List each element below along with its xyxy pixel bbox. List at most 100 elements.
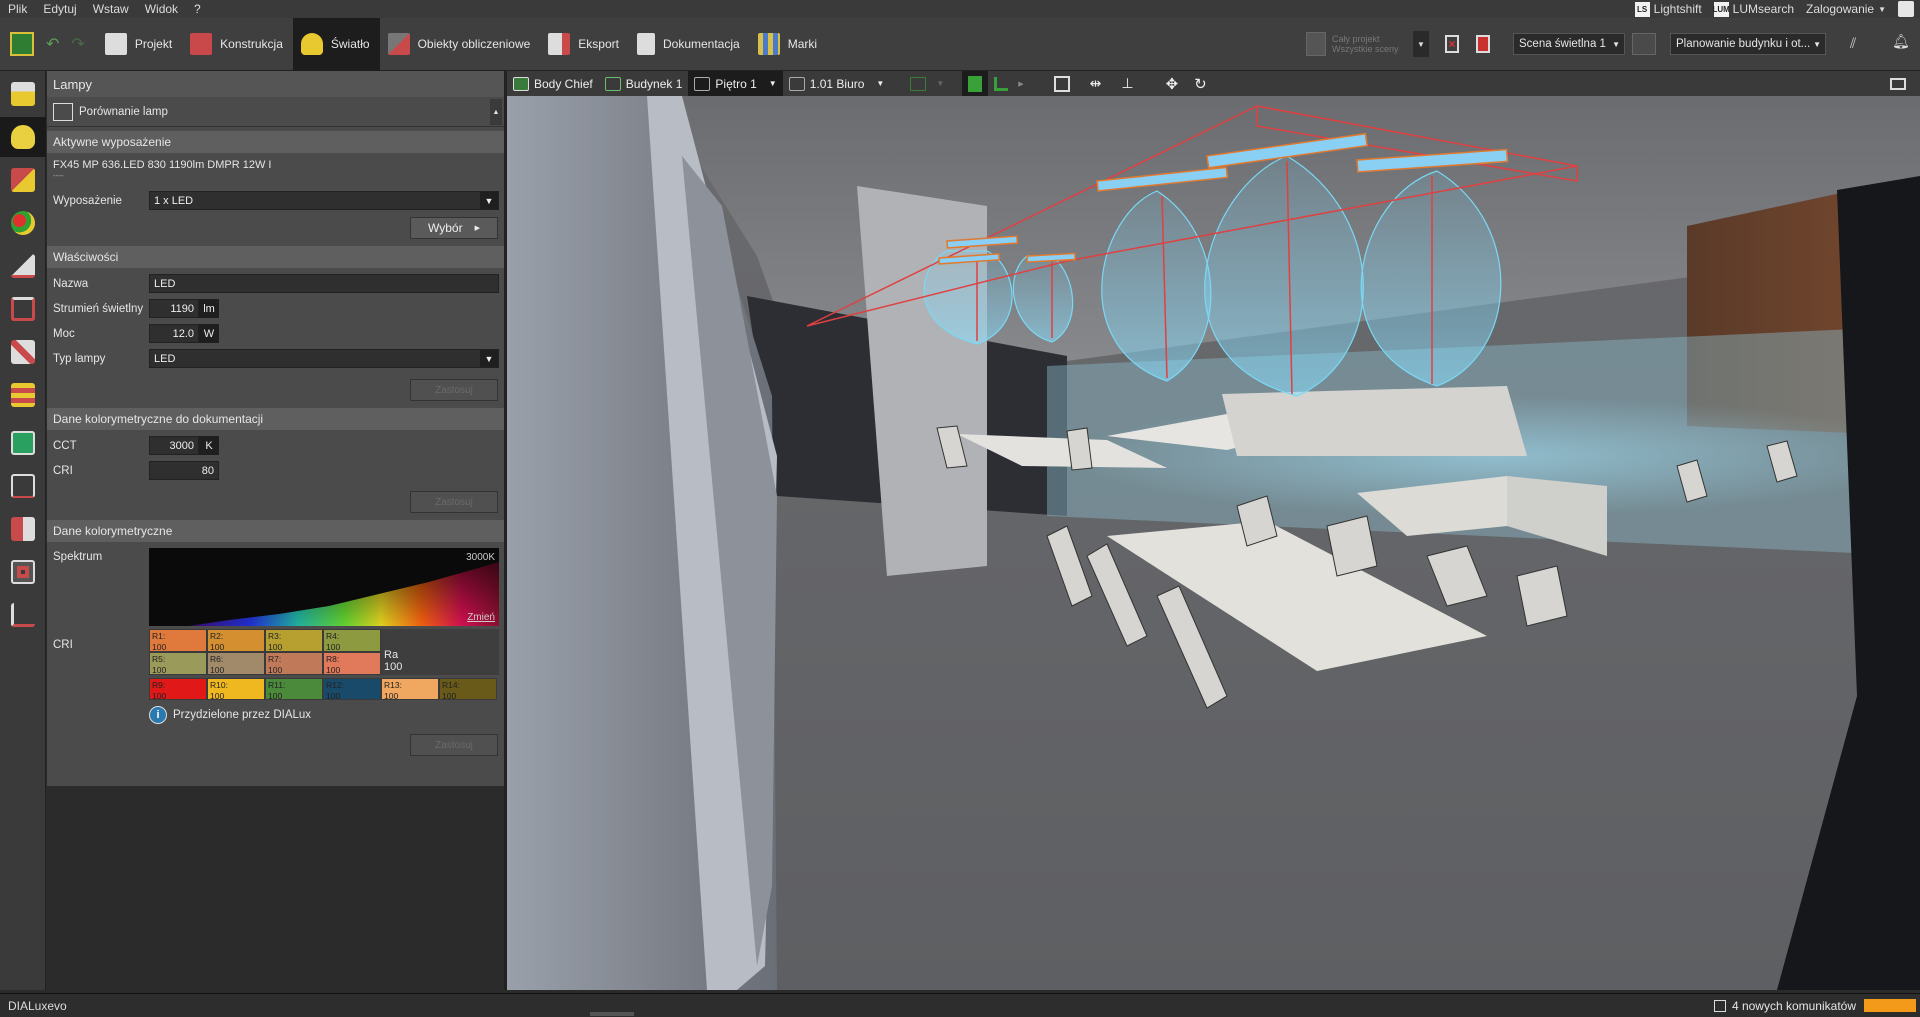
login-button[interactable]: Zalogowanie ▼ xyxy=(1800,0,1892,18)
view-mode-button[interactable]: ▼ xyxy=(904,71,950,96)
tab-eksport[interactable]: Eksport xyxy=(540,18,629,71)
emergency-tool[interactable] xyxy=(0,423,46,463)
lamp-type-select[interactable]: LED ▼ xyxy=(149,349,499,368)
tab-swiatlo[interactable]: Światło xyxy=(292,17,380,71)
select-button[interactable]: Wybór ▶ xyxy=(410,217,498,239)
lightshift-button[interactable]: LS Lightshift xyxy=(1629,0,1708,18)
messages-button[interactable]: 4 nowych komunikatów xyxy=(1713,999,1916,1013)
luminaire-tool[interactable] xyxy=(0,74,46,114)
ruler-icon[interactable]: ⫽ xyxy=(1850,35,1874,53)
breadcrumb-room[interactable]: 1.01 Biuro ▼ xyxy=(783,71,891,96)
spectrum-label: Spektrum xyxy=(53,551,103,563)
curve-tool[interactable] xyxy=(0,466,46,506)
axis-button[interactable]: ⊥ xyxy=(1115,71,1139,96)
rotate-button[interactable]: ↻ xyxy=(1188,71,1213,96)
equipment-select[interactable]: 1 x LED ▼ xyxy=(149,191,499,210)
save-button[interactable] xyxy=(0,18,40,71)
status-scroll-handle[interactable] xyxy=(590,1012,634,1016)
active-equipment-name: FX45 MP 636.LED 830 1190lm DMPR 12W I xyxy=(53,159,272,171)
undo-button[interactable]: ↶ xyxy=(40,18,65,71)
lamp-tool[interactable] xyxy=(0,117,46,157)
brands-icon xyxy=(757,33,780,55)
menu-widok[interactable]: Widok xyxy=(137,2,186,16)
room-icon xyxy=(11,297,35,321)
compare-lamps-label: Porównanie lamp xyxy=(79,105,168,118)
breadcrumb-site[interactable]: Body Chief xyxy=(507,71,599,96)
menu-wstaw[interactable]: Wstaw xyxy=(85,2,137,16)
apply-colordoc-button[interactable]: Zastosuj xyxy=(410,491,498,513)
tab-projekt[interactable]: Projekt xyxy=(97,18,182,71)
bulb-icon xyxy=(11,125,35,149)
scope-icon xyxy=(1306,32,1326,56)
tab-konstrukcja[interactable]: Konstrukcja xyxy=(182,18,293,71)
lumsearch-button[interactable]: LUM LUMsearch xyxy=(1708,0,1800,18)
compare-lamps-row[interactable]: Porównanie lamp ▲ xyxy=(47,97,504,127)
cri-doc-field[interactable]: 80 xyxy=(149,461,219,480)
delete-scene-button[interactable]: × xyxy=(1441,32,1463,56)
menu-plik[interactable]: Plik xyxy=(0,2,35,16)
3d-viewport[interactable] xyxy=(507,96,1920,990)
cri-r3: R3: 100 xyxy=(265,629,323,652)
undo-icon: ↶ xyxy=(46,36,60,53)
remove-button[interactable] xyxy=(1472,32,1494,56)
cri-r9: R9: 100 xyxy=(149,678,207,701)
tab-dokumentacja[interactable]: Dokumentacja xyxy=(629,18,750,71)
chevron-right-icon: ▶ xyxy=(1018,80,1024,88)
brand-logo: DIALuxevo xyxy=(8,999,67,1013)
cri-r10: R10: 100 xyxy=(207,678,265,701)
scope-dropdown-arrow[interactable]: ▼ xyxy=(1413,31,1429,57)
tab-marki[interactable]: Marki xyxy=(750,18,827,71)
lumsearch-icon: LUM xyxy=(1713,1,1730,17)
apply-color-button[interactable]: Zastosuj xyxy=(410,734,498,756)
color-tool[interactable] xyxy=(0,203,46,243)
power-field[interactable]: 12.0 xyxy=(149,324,199,343)
frame-tool[interactable] xyxy=(0,552,46,592)
layers-tool[interactable] xyxy=(0,375,46,415)
insert-tool[interactable] xyxy=(0,509,46,549)
layers-icon xyxy=(11,383,35,407)
panel-scroll-up[interactable]: ▲ xyxy=(490,99,502,125)
name-field[interactable]: LED xyxy=(149,274,499,293)
brand-suffix: evo xyxy=(47,998,67,1013)
menu-help[interactable]: ? xyxy=(186,2,209,16)
flux-field[interactable]: 1190 xyxy=(149,299,199,318)
lamp-type-value: LED xyxy=(154,352,176,365)
measure-button[interactable]: ⇹ xyxy=(1084,71,1108,96)
user-avatar[interactable] xyxy=(1892,0,1920,18)
message-icon xyxy=(1713,999,1726,1012)
dimming-tool[interactable] xyxy=(0,246,46,286)
chevron-down-icon: ▼ xyxy=(936,79,945,88)
ra-label: Ra xyxy=(384,649,399,661)
menu-edytuj[interactable]: Edytuj xyxy=(35,2,84,16)
cri-r8-key: R8: xyxy=(326,654,340,664)
planning-select[interactable]: Planowanie budynku i ot... ▼ xyxy=(1670,33,1826,55)
scene-options-button[interactable] xyxy=(1632,33,1656,55)
bell-icon[interactable]: 🔔︎ xyxy=(1892,33,1910,53)
path-icon xyxy=(11,603,35,627)
power-label: Moc xyxy=(53,327,75,340)
breadcrumb-building[interactable]: Budynek 1 xyxy=(599,71,689,96)
3d-view-button[interactable] xyxy=(962,71,989,96)
cri-r12-val: 100 xyxy=(326,691,341,701)
cct-field[interactable]: 3000 xyxy=(149,436,199,455)
plan-view-button[interactable]: ▶ xyxy=(988,71,1029,96)
project-scope-selector[interactable]: Cały projekt Wszystkie sceny xyxy=(1306,26,1402,62)
change-link[interactable]: Zmień xyxy=(467,612,495,623)
pan-button[interactable]: ✥ xyxy=(1160,71,1185,96)
apply-properties-button[interactable]: Zastosuj xyxy=(410,379,498,401)
cct-unit: K xyxy=(199,436,219,455)
breadcrumb-floor[interactable]: Piętro 1 ▼ xyxy=(688,71,783,96)
emergency-icon xyxy=(11,431,35,455)
tab-obiekty[interactable]: Obiekty obliczeniowe xyxy=(380,18,541,71)
arrange-tool[interactable] xyxy=(0,160,46,200)
tools-tool[interactable] xyxy=(0,332,46,372)
redo-button[interactable]: ↷ xyxy=(65,18,96,71)
cri-r8: R8: 100 xyxy=(323,652,381,675)
path-tool[interactable] xyxy=(0,595,46,635)
screen-button[interactable] xyxy=(1884,71,1912,96)
room-tool[interactable] xyxy=(0,289,46,329)
zoom-extents-button[interactable] xyxy=(1048,71,1076,96)
axis-icon: ⊥ xyxy=(1121,75,1134,91)
light-scene-select[interactable]: Scena świetlna 1 ▼ xyxy=(1513,33,1625,55)
cri-r10-key: R10: xyxy=(210,680,228,690)
